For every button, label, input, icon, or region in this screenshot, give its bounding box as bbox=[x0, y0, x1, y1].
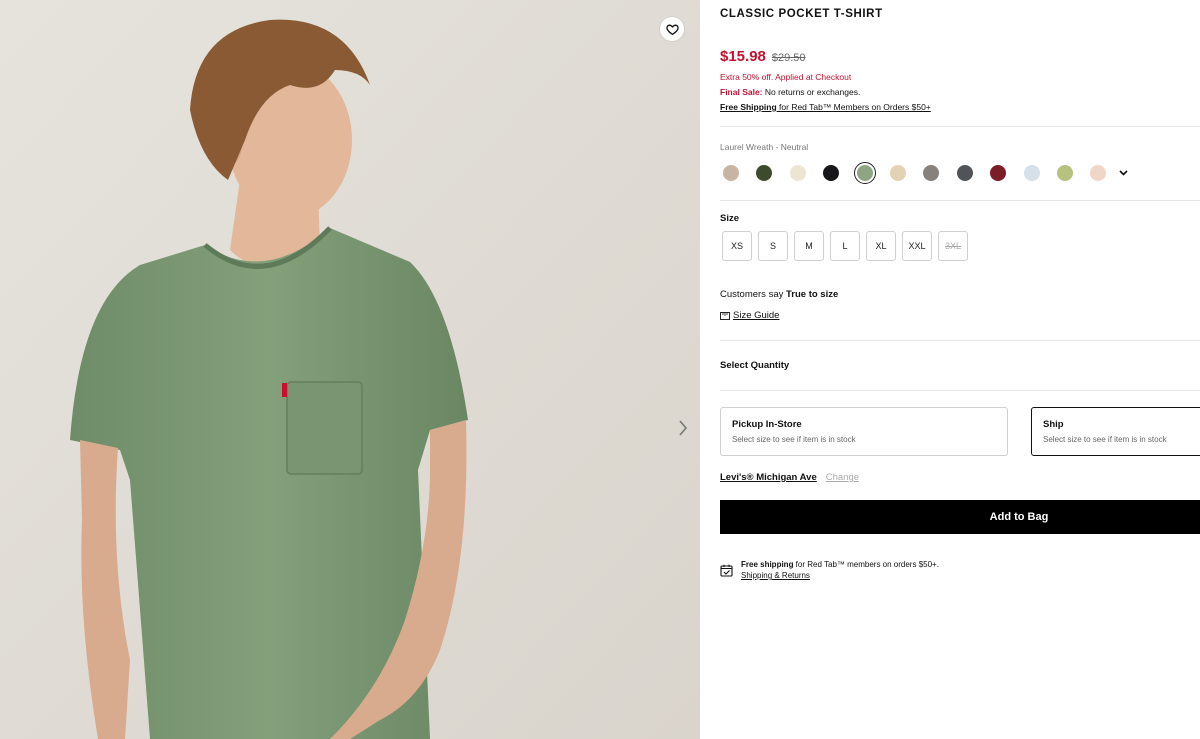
size-options: XS S M L XL XXL 3XL bbox=[722, 231, 968, 261]
wishlist-button[interactable] bbox=[660, 17, 684, 41]
swatch-icon bbox=[756, 165, 773, 181]
ship-title: Ship bbox=[1043, 419, 1064, 430]
color-swatch[interactable] bbox=[920, 162, 942, 184]
swatch-icon bbox=[956, 165, 973, 181]
size-option[interactable]: S bbox=[758, 231, 788, 261]
size-option[interactable]: 3XL bbox=[938, 231, 968, 261]
final-sale-text: No returns or exchanges. bbox=[762, 87, 861, 97]
divider bbox=[720, 390, 1200, 391]
swatch-icon bbox=[789, 165, 806, 181]
promo-text: Extra 50% off. Applied at Checkout bbox=[720, 72, 852, 82]
pickup-title: Pickup In-Store bbox=[732, 419, 802, 430]
shipping-info-desc: for Red Tab™ members on orders $50+. bbox=[793, 560, 939, 569]
pickup-in-store-option[interactable]: Pickup In-Store Select size to see if it… bbox=[720, 407, 1008, 456]
divider bbox=[720, 340, 1200, 341]
shipping-returns-link[interactable]: Shipping & Returns bbox=[741, 570, 939, 581]
color-swatch[interactable] bbox=[1021, 162, 1043, 184]
divider bbox=[720, 126, 1200, 127]
swatch-icon bbox=[1056, 165, 1073, 181]
pickup-subtitle: Select size to see if item is in stock bbox=[732, 435, 856, 444]
color-swatch[interactable] bbox=[753, 162, 775, 184]
more-colors-button[interactable] bbox=[1117, 166, 1131, 180]
size-option[interactable]: L bbox=[830, 231, 860, 261]
shipping-info: Free shipping for Red Tab™ members on or… bbox=[720, 559, 939, 581]
swatch-icon bbox=[923, 165, 940, 181]
size-option[interactable]: M bbox=[794, 231, 824, 261]
color-swatches bbox=[720, 162, 1131, 184]
original-price: $29.50 bbox=[771, 52, 806, 64]
fit-prefix: Customers say bbox=[720, 289, 786, 300]
swatch-icon bbox=[823, 165, 840, 181]
swatch-icon bbox=[723, 165, 739, 181]
sale-price: $15.98 bbox=[720, 48, 766, 65]
color-swatch[interactable] bbox=[1054, 162, 1076, 184]
size-option[interactable]: XXL bbox=[902, 231, 932, 261]
color-swatch[interactable] bbox=[853, 162, 876, 184]
selected-color-name: Laurel Wreath - Neutral bbox=[720, 142, 809, 152]
quantity-label: Select Quantity bbox=[720, 360, 790, 371]
color-swatch[interactable] bbox=[820, 162, 842, 184]
size-guide-link[interactable]: Size Guide bbox=[720, 310, 779, 321]
swatch-icon bbox=[889, 165, 906, 181]
store-selector: Levi's® Michigan Ave Change bbox=[720, 472, 859, 483]
product-title: CLASSIC POCKET T-SHIRT bbox=[720, 8, 883, 20]
swatch-icon bbox=[856, 165, 873, 181]
swatch-icon bbox=[1090, 165, 1107, 181]
color-swatch[interactable] bbox=[787, 162, 809, 184]
swatch-icon bbox=[1023, 165, 1040, 181]
color-swatch[interactable] bbox=[987, 162, 1009, 184]
color-swatch[interactable] bbox=[1087, 162, 1109, 184]
color-swatch[interactable] bbox=[720, 162, 742, 184]
ship-option[interactable]: Ship Select size to see if item is in st… bbox=[1031, 407, 1200, 456]
size-option[interactable]: XL bbox=[866, 231, 896, 261]
add-to-bag-button[interactable]: Add to Bag bbox=[720, 500, 1200, 534]
divider bbox=[720, 200, 1200, 201]
calendar-check-icon bbox=[720, 564, 733, 577]
free-shipping-link[interactable]: Free Shipping bbox=[720, 102, 777, 112]
change-store-link[interactable]: Change bbox=[826, 472, 859, 483]
heart-icon bbox=[665, 24, 679, 35]
free-shipping-note: Free Shipping for Red Tab™ Members on Or… bbox=[720, 102, 931, 112]
chevron-down-icon bbox=[1119, 170, 1128, 176]
color-swatch[interactable] bbox=[887, 162, 909, 184]
ruler-icon bbox=[720, 311, 730, 320]
fit-value: True to size bbox=[786, 289, 839, 300]
final-sale-label: Final Sale: bbox=[720, 87, 763, 97]
price-row: $15.98 $29.50 bbox=[720, 48, 806, 65]
shipping-info-text: Free shipping for Red Tab™ members on or… bbox=[741, 559, 939, 581]
size-guide-label: Size Guide bbox=[733, 310, 780, 321]
next-image-button[interactable] bbox=[672, 414, 694, 442]
product-image-gallery bbox=[0, 0, 700, 739]
color-swatch[interactable] bbox=[954, 162, 976, 184]
product-photo bbox=[0, 0, 700, 739]
ship-subtitle: Select size to see if item is in stock bbox=[1043, 435, 1167, 444]
free-shipping-text[interactable]: for Red Tab™ Members on Orders $50+ bbox=[777, 102, 931, 112]
store-name-link[interactable]: Levi's® Michigan Ave bbox=[720, 472, 817, 483]
chevron-right-icon bbox=[679, 420, 688, 436]
size-label: Size bbox=[720, 213, 740, 224]
swatch-icon bbox=[990, 165, 1007, 181]
product-details-panel: CLASSIC POCKET T-SHIRT $15.98 $29.50 Ext… bbox=[720, 0, 1200, 739]
size-option[interactable]: XS bbox=[722, 231, 752, 261]
fit-feedback: Customers say True to size bbox=[720, 289, 838, 300]
final-sale-notice: Final Sale: No returns or exchanges. bbox=[720, 87, 860, 97]
shipping-info-bold: Free shipping bbox=[741, 560, 794, 569]
